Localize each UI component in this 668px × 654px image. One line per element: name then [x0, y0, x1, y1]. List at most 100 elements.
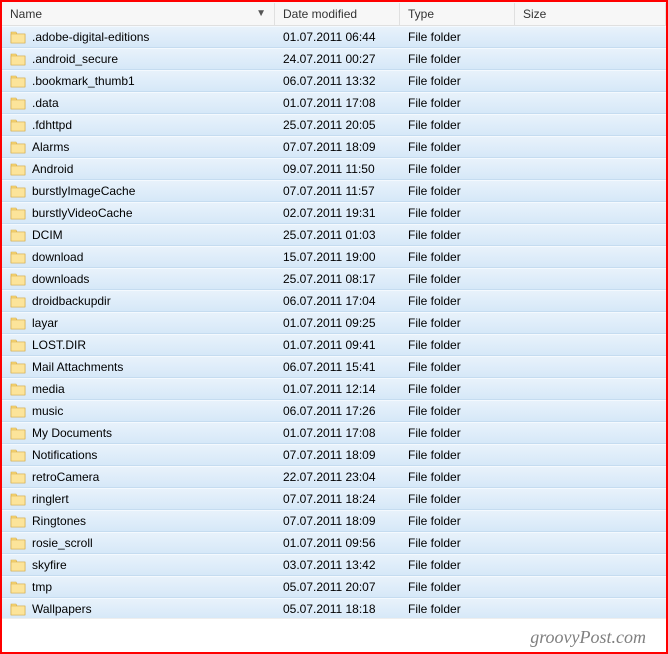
folder-icon: [10, 74, 26, 88]
table-row[interactable]: My Documents01.07.2011 17:08File folder: [2, 422, 666, 444]
file-name: layar: [32, 316, 58, 330]
folder-icon: [10, 580, 26, 594]
watermark: groovyPost.com: [2, 618, 666, 652]
table-row[interactable]: DCIM 25.07.2011 01:03File folder: [2, 224, 666, 246]
column-header-size[interactable]: Size: [515, 3, 666, 25]
file-name-cell: Mail Attachments: [2, 360, 275, 374]
file-name-cell: DCIM: [2, 228, 275, 242]
column-header-type[interactable]: Type: [400, 3, 515, 25]
file-name: My Documents: [32, 426, 112, 440]
file-type-cell: File folder: [400, 74, 515, 88]
file-date-cell: 09.07.2011 11:50: [275, 162, 400, 176]
table-row[interactable]: .android_secure24.07.2011 00:27File fold…: [2, 48, 666, 70]
file-type-cell: File folder: [400, 184, 515, 198]
file-name: Wallpapers: [32, 602, 92, 616]
file-date-cell: 06.07.2011 17:04: [275, 294, 400, 308]
file-name-cell: tmp: [2, 580, 275, 594]
file-name: DCIM: [32, 228, 63, 242]
table-row[interactable]: music06.07.2011 17:26File folder: [2, 400, 666, 422]
file-name: Notifications: [32, 448, 97, 462]
table-row[interactable]: .fdhttpd25.07.2011 20:05File folder: [2, 114, 666, 136]
column-label: Name: [10, 7, 42, 21]
file-type-cell: File folder: [400, 536, 515, 550]
file-date-cell: 24.07.2011 00:27: [275, 52, 400, 66]
file-date-cell: 05.07.2011 20:07: [275, 580, 400, 594]
file-name: droidbackupdir: [32, 294, 111, 308]
file-date-cell: 01.07.2011 17:08: [275, 426, 400, 440]
file-name: Alarms: [32, 140, 69, 154]
table-row[interactable]: Android09.07.2011 11:50File folder: [2, 158, 666, 180]
folder-icon: [10, 470, 26, 484]
file-type-cell: File folder: [400, 162, 515, 176]
file-name-cell: .bookmark_thumb1: [2, 74, 275, 88]
file-date-cell: 03.07.2011 13:42: [275, 558, 400, 572]
file-date-cell: 25.07.2011 01:03: [275, 228, 400, 242]
file-type-cell: File folder: [400, 316, 515, 330]
file-type-cell: File folder: [400, 404, 515, 418]
table-row[interactable]: Mail Attachments06.07.2011 15:41File fol…: [2, 356, 666, 378]
table-row[interactable]: droidbackupdir06.07.2011 17:04File folde…: [2, 290, 666, 312]
table-row[interactable]: Ringtones07.07.2011 18:09File folder: [2, 510, 666, 532]
folder-icon: [10, 162, 26, 176]
table-row[interactable]: tmp05.07.2011 20:07File folder: [2, 576, 666, 598]
file-name-cell: Notifications: [2, 448, 275, 462]
folder-icon: [10, 96, 26, 110]
file-type-cell: File folder: [400, 228, 515, 242]
table-row[interactable]: downloads25.07.2011 08:17File folder: [2, 268, 666, 290]
table-row[interactable]: burstlyImageCache07.07.2011 11:57File fo…: [2, 180, 666, 202]
table-row[interactable]: LOST.DIR01.07.2011 09:41File folder: [2, 334, 666, 356]
file-name-cell: ringlert: [2, 492, 275, 506]
table-row[interactable]: rosie_scroll01.07.2011 09:56File folder: [2, 532, 666, 554]
table-row[interactable]: .data01.07.2011 17:08File folder: [2, 92, 666, 114]
table-row[interactable]: Wallpapers05.07.2011 18:18File folder: [2, 598, 666, 618]
file-list: .adobe-digital-editions01.07.2011 06:44F…: [2, 26, 666, 618]
table-row[interactable]: .bookmark_thumb1 06.07.2011 13:32File fol…: [2, 70, 666, 92]
column-label: Date modified: [283, 7, 357, 21]
file-date-cell: 07.07.2011 18:09: [275, 140, 400, 154]
table-row[interactable]: burstlyVideoCache02.07.2011 19:31File fo…: [2, 202, 666, 224]
file-name-cell: Android: [2, 162, 275, 176]
table-row[interactable]: Notifications07.07.2011 18:09File folder: [2, 444, 666, 466]
table-row[interactable]: retroCamera22.07.2011 23:04File folder: [2, 466, 666, 488]
file-date-cell: 07.07.2011 18:24: [275, 492, 400, 506]
file-name-cell: My Documents: [2, 426, 275, 440]
file-type-cell: File folder: [400, 140, 515, 154]
table-row[interactable]: layar 01.07.2011 09:25File folder: [2, 312, 666, 334]
file-name: media: [32, 382, 65, 396]
file-date-cell: 07.07.2011 18:09: [275, 514, 400, 528]
table-row[interactable]: media01.07.2011 12:14File folder: [2, 378, 666, 400]
file-date-cell: 02.07.2011 19:31: [275, 206, 400, 220]
folder-icon: [10, 272, 26, 286]
table-row[interactable]: skyfire03.07.2011 13:42File folder: [2, 554, 666, 576]
folder-icon: [10, 536, 26, 550]
file-type-cell: File folder: [400, 492, 515, 506]
file-name: LOST.DIR: [32, 338, 86, 352]
file-name: skyfire: [32, 558, 67, 572]
file-type-cell: File folder: [400, 338, 515, 352]
folder-icon: [10, 30, 26, 44]
file-name: .adobe-digital-editions: [32, 30, 149, 44]
file-type-cell: File folder: [400, 206, 515, 220]
file-name-cell: music: [2, 404, 275, 418]
file-name-cell: .adobe-digital-editions: [2, 30, 275, 44]
folder-icon: [10, 558, 26, 572]
file-name: .bookmark_thumb1: [32, 74, 135, 88]
file-name-cell: downloads: [2, 272, 275, 286]
folder-icon: [10, 206, 26, 220]
folder-icon: [10, 338, 26, 352]
folder-icon: [10, 118, 26, 132]
file-date-cell: 06.07.2011 13:32: [275, 74, 400, 88]
column-header-date[interactable]: Date modified: [275, 3, 400, 25]
column-header-name[interactable]: Name ▼: [2, 3, 275, 25]
column-label: Type: [408, 7, 434, 21]
table-row[interactable]: .adobe-digital-editions01.07.2011 06:44F…: [2, 26, 666, 48]
file-date-cell: 01.07.2011 09:25: [275, 316, 400, 330]
table-row[interactable]: ringlert07.07.2011 18:24File folder: [2, 488, 666, 510]
file-name: downloads: [32, 272, 89, 286]
folder-icon: [10, 360, 26, 374]
table-row[interactable]: download15.07.2011 19:00File folder: [2, 246, 666, 268]
file-name: .android_secure: [32, 52, 118, 66]
file-type-cell: File folder: [400, 448, 515, 462]
table-row[interactable]: Alarms 07.07.2011 18:09File folder: [2, 136, 666, 158]
file-name-cell: .fdhttpd: [2, 118, 275, 132]
